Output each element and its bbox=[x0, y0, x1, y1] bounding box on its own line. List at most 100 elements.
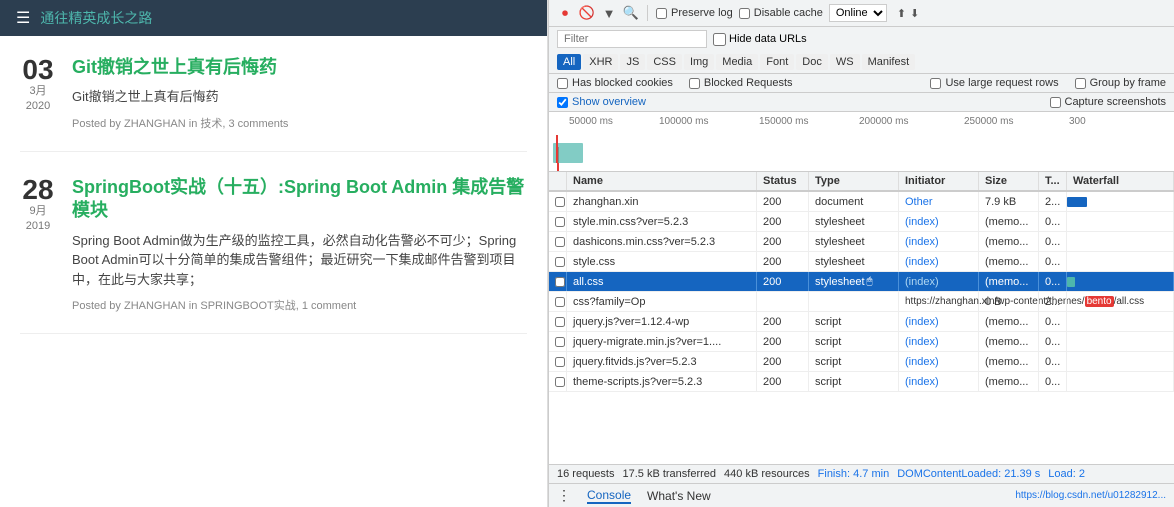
row-checkbox[interactable] bbox=[549, 312, 567, 331]
has-blocked-cookies-checkbox[interactable]: Has blocked cookies bbox=[557, 77, 673, 89]
table-row[interactable]: style.css 200 stylesheet (index) (memo..… bbox=[549, 252, 1174, 272]
row-initiator[interactable]: (index) bbox=[899, 372, 979, 391]
devtools-menu-icon[interactable]: ⋮ bbox=[557, 487, 571, 504]
show-overview-checkbox[interactable]: Show overview bbox=[557, 96, 646, 108]
preserve-log-checkbox[interactable]: Preserve log bbox=[656, 7, 733, 19]
table-row[interactable]: jquery-migrate.min.js?ver=1.... 200 scri… bbox=[549, 332, 1174, 352]
row-checkbox[interactable] bbox=[549, 232, 567, 251]
post-details-1: Git撤销之世上真有后悔药 Git撤销之世上真有后悔药 Posted by ZH… bbox=[72, 56, 527, 131]
row-status bbox=[757, 292, 809, 311]
header-status[interactable]: Status bbox=[757, 172, 809, 190]
table-row[interactable]: theme-scripts.js?ver=5.2.3 200 script (i… bbox=[549, 372, 1174, 392]
disable-cache-checkbox[interactable]: Disable cache bbox=[739, 7, 823, 19]
post-month-1: 3月 2020 bbox=[20, 84, 56, 115]
table-row-selected[interactable]: all.css 200 stylesheet🖱 (index) (memo...… bbox=[549, 272, 1174, 292]
row-status: 200 bbox=[757, 312, 809, 331]
search-icon[interactable]: 🔍 bbox=[623, 5, 639, 21]
row-name: jquery.fitvids.js?ver=5.2.3 bbox=[567, 352, 757, 371]
row-initiator[interactable]: (index) bbox=[899, 232, 979, 251]
blog-header: ☰ 通往精英成长之路 bbox=[0, 0, 547, 36]
table-row[interactable]: jquery.fitvids.js?ver=5.2.3 200 script (… bbox=[549, 352, 1174, 372]
table-row[interactable]: dashicons.min.css?ver=5.2.3 200 styleshe… bbox=[549, 232, 1174, 252]
tab-console[interactable]: Console bbox=[587, 488, 631, 504]
filter-font[interactable]: Font bbox=[760, 54, 794, 70]
filter-media[interactable]: Media bbox=[716, 54, 758, 70]
filter-manifest[interactable]: Manifest bbox=[862, 54, 916, 70]
row-waterfall bbox=[1067, 372, 1174, 391]
blocked-requests-checkbox[interactable]: Blocked Requests bbox=[689, 77, 793, 89]
row-initiator[interactable]: (index) bbox=[899, 352, 979, 371]
row-time: 0... bbox=[1039, 232, 1067, 251]
header-time[interactable]: T... bbox=[1039, 172, 1067, 190]
capture-screenshots-checkbox[interactable]: Capture screenshots bbox=[1050, 96, 1167, 108]
row-name: style.min.css?ver=5.2.3 bbox=[567, 212, 757, 231]
filter-icon[interactable]: ▼ bbox=[601, 5, 617, 21]
row-checkbox[interactable] bbox=[549, 292, 567, 311]
row-initiator[interactable]: (index) bbox=[899, 332, 979, 351]
row-initiator[interactable]: (index) bbox=[899, 212, 979, 231]
hamburger-icon[interactable]: ☰ bbox=[16, 8, 30, 28]
console-bar: ⋮ Console What's New https://blog.csdn.n… bbox=[549, 483, 1174, 507]
row-size: (memo... bbox=[979, 232, 1039, 251]
record-icon[interactable]: ⏺ bbox=[557, 5, 573, 21]
filter-css[interactable]: CSS bbox=[647, 54, 682, 70]
row-checkbox[interactable] bbox=[549, 272, 567, 291]
row-type: stylesheet🖱 bbox=[809, 272, 899, 291]
row-status: 200 bbox=[757, 272, 809, 291]
row-time: 2... bbox=[1039, 292, 1067, 311]
blog-title[interactable]: 通往精英成长之路 bbox=[40, 8, 152, 28]
throttle-select[interactable]: Online bbox=[829, 4, 887, 22]
post-title-2[interactable]: SpringBoot实战（十五）:Spring Boot Admin 集成告警模… bbox=[72, 176, 527, 223]
tick-5: 250000 ms bbox=[964, 116, 1013, 127]
table-row[interactable]: style.min.css?ver=5.2.3 200 stylesheet (… bbox=[549, 212, 1174, 232]
header-initiator[interactable]: Initiator bbox=[899, 172, 979, 190]
group-by-frame-checkbox[interactable]: Group by frame bbox=[1075, 77, 1166, 89]
use-large-rows-checkbox[interactable]: Use large request rows bbox=[930, 77, 1058, 89]
hide-data-urls-checkbox[interactable]: Hide data URLs bbox=[713, 33, 807, 46]
row-checkbox[interactable] bbox=[549, 332, 567, 351]
table-row[interactable]: jquery.js?ver=1.12.4-wp 200 script (inde… bbox=[549, 312, 1174, 332]
filter-input[interactable] bbox=[557, 30, 707, 48]
post-month-2: 9月 2019 bbox=[20, 204, 56, 235]
row-name: jquery-migrate.min.js?ver=1.... bbox=[567, 332, 757, 351]
filter-js[interactable]: JS bbox=[620, 54, 645, 70]
filter-img[interactable]: Img bbox=[684, 54, 714, 70]
blog-content: 03 3月 2020 Git撤销之世上真有后悔药 Git撤销之世上真有后悔药 P… bbox=[0, 36, 547, 378]
row-checkbox[interactable] bbox=[549, 352, 567, 371]
row-status: 200 bbox=[757, 192, 809, 211]
header-size[interactable]: Size bbox=[979, 172, 1039, 190]
row-type: stylesheet bbox=[809, 212, 899, 231]
table-row-tooltip[interactable]: css?family=Op https://zhanghan.xin/wp-co… bbox=[549, 292, 1174, 312]
table-row[interactable]: zhanghan.xin 200 document Other 7.9 kB 2… bbox=[549, 192, 1174, 212]
post-footer-1: Posted by ZHANGHAN in 技术, 3 comments bbox=[72, 115, 527, 131]
header-type[interactable]: Type bbox=[809, 172, 899, 190]
stop-icon[interactable]: 🚫 bbox=[579, 5, 595, 21]
row-initiator[interactable]: (index) bbox=[899, 252, 979, 271]
row-status: 200 bbox=[757, 252, 809, 271]
filter-xhr[interactable]: XHR bbox=[583, 54, 618, 70]
toolbar-separator-1 bbox=[647, 5, 648, 21]
header-waterfall[interactable]: Waterfall bbox=[1067, 172, 1174, 190]
devtools-panel: ⏺ 🚫 ▼ 🔍 Preserve log Disable cache Onlin… bbox=[548, 0, 1174, 507]
tab-whats-new[interactable]: What's New bbox=[647, 489, 711, 503]
row-checkbox[interactable] bbox=[549, 192, 567, 211]
filter-doc[interactable]: Doc bbox=[796, 54, 828, 70]
row-waterfall bbox=[1067, 252, 1174, 271]
row-checkbox[interactable] bbox=[549, 212, 567, 231]
post-details-2: SpringBoot实战（十五）:Spring Boot Admin 集成告警模… bbox=[72, 176, 527, 313]
download-icon[interactable]: ⬇ bbox=[910, 7, 919, 20]
options-bar-2: Show overview Capture screenshots bbox=[549, 93, 1174, 112]
row-checkbox[interactable] bbox=[549, 372, 567, 391]
row-initiator[interactable]: (index) bbox=[899, 312, 979, 331]
row-initiator[interactable]: (index) bbox=[899, 272, 979, 291]
row-time: 0... bbox=[1039, 352, 1067, 371]
filter-ws[interactable]: WS bbox=[830, 54, 860, 70]
header-name[interactable]: Name bbox=[567, 172, 757, 190]
tick-3: 150000 ms bbox=[759, 116, 808, 127]
post-title-1[interactable]: Git撤销之世上真有后悔药 bbox=[72, 56, 527, 79]
row-checkbox[interactable] bbox=[549, 252, 567, 271]
upload-icon[interactable]: ⬆ bbox=[897, 7, 906, 20]
row-size: (memo... bbox=[979, 212, 1039, 231]
row-waterfall bbox=[1067, 332, 1174, 351]
filter-all[interactable]: All bbox=[557, 54, 581, 70]
